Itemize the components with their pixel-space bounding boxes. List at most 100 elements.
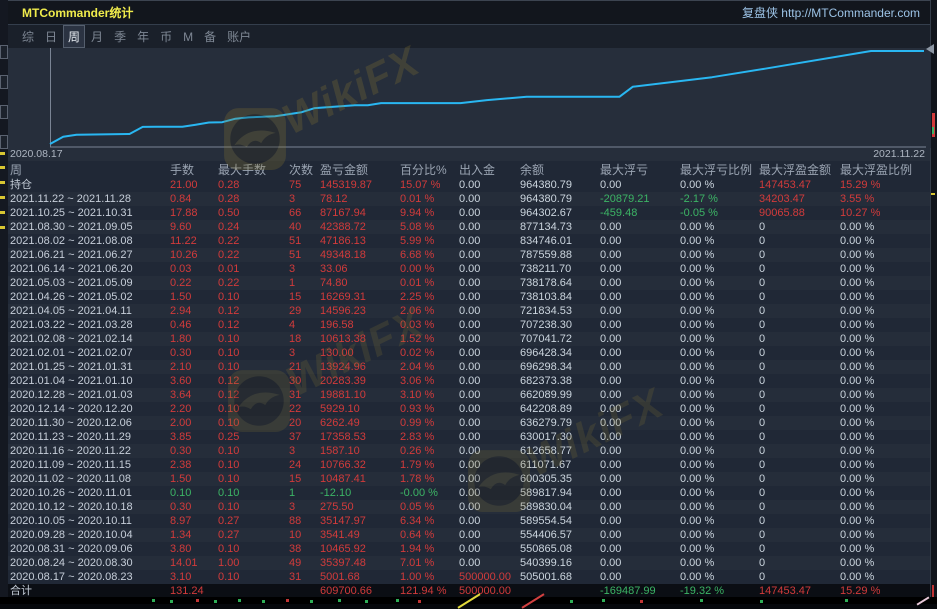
table-total-row: 合计131.24609700.66121.94 %500000.00-16948… [8,584,930,598]
cell: 145319.87 [320,178,400,192]
cell: 0.00 % [680,514,759,528]
menu-item-日[interactable]: 日 [41,26,61,47]
cell: 147453.47 [759,584,840,598]
table-row[interactable]: 2021.11.22 ~ 2021.11.280.840.28378.120.0… [8,192,930,206]
cell: 738103.84 [520,290,600,304]
table-row[interactable]: 2020.10.26 ~ 2020.11.010.100.101-12.10-0… [8,486,930,500]
menu-item-月[interactable]: 月 [87,26,107,47]
table-row[interactable]: 2021.03.22 ~ 2021.03.280.460.124196.580.… [8,318,930,332]
menu-item-季[interactable]: 季 [110,26,130,47]
cell: 787559.88 [520,248,600,262]
cell: -2.17 % [680,192,759,206]
cell: 2021.06.14 ~ 2021.06.20 [10,262,170,276]
brand-link[interactable]: 复盘侠 http://MTCommander.com [742,4,920,21]
cell: 20 [289,416,320,430]
table-row[interactable]: 2020.11.09 ~ 2020.11.152.380.102410766.3… [8,458,930,472]
table-row[interactable]: 2020.11.02 ~ 2020.11.081.500.101510487.4… [8,472,930,486]
cell: 2021.02.08 ~ 2021.02.14 [10,332,170,346]
cell: 35397.48 [320,556,400,570]
cell: 1.00 % [400,570,459,584]
table-row[interactable]: 持仓21.000.2875145319.8715.07 %0.00964380.… [8,178,930,192]
title-bar[interactable]: MTCommander统计 复盘侠 http://MTCommander.com [8,1,930,25]
cell: 0.00 % [840,528,930,542]
cell: 0.22 [218,234,289,248]
cell [289,584,320,598]
cell: 47186.13 [320,234,400,248]
table-row[interactable]: 2020.08.24 ~ 2020.08.3014.011.004935397.… [8,556,930,570]
cell: -20879.21 [600,192,680,206]
menu-item-备[interactable]: 备 [200,26,220,47]
cell: 0.00 % [680,360,759,374]
cell: 10 [289,528,320,542]
table-row[interactable]: 2020.11.16 ~ 2020.11.220.300.1031587.100… [8,444,930,458]
cell: 8.97 [170,514,218,528]
table-row[interactable]: 2021.04.26 ~ 2021.05.021.500.101516269.3… [8,290,930,304]
cell: 7.01 % [400,556,459,570]
cell: 10.27 % [840,206,930,220]
equity-curve-chart [8,48,931,148]
cell: 600305.35 [520,472,600,486]
cell: 9.60 [170,220,218,234]
cell: 0.00 % [840,430,930,444]
table-row[interactable]: 2020.12.14 ~ 2020.12.202.200.10225929.10… [8,402,930,416]
cell: 10613.38 [320,332,400,346]
cell: 78.12 [320,192,400,206]
table-row[interactable]: 2020.09.28 ~ 2020.10.041.340.27103541.49… [8,528,930,542]
table-row[interactable]: 2021.08.02 ~ 2021.08.0811.220.225147186.… [8,234,930,248]
cell: 2020.10.12 ~ 2020.10.18 [10,500,170,514]
menu-item-M[interactable]: M [179,28,197,46]
cell: 1 [289,276,320,290]
cell: 2020.12.28 ~ 2021.01.03 [10,388,170,402]
menu-item-账户[interactable]: 账户 [223,26,255,47]
table-row[interactable]: 2021.02.01 ~ 2021.02.070.300.103130.000.… [8,346,930,360]
table-row[interactable]: 2021.10.25 ~ 2021.10.3117.880.506687167.… [8,206,930,220]
table-row[interactable]: 2021.05.03 ~ 2021.05.090.220.22174.800.0… [8,276,930,290]
table-row[interactable]: 2020.12.28 ~ 2021.01.033.640.123119881.1… [8,388,930,402]
cell: 21 [289,360,320,374]
cell: 5.99 % [400,234,459,248]
menu-item-综[interactable]: 综 [18,26,38,47]
table-row[interactable]: 2020.10.05 ~ 2020.10.118.970.278835147.9… [8,514,930,528]
table-row[interactable]: 2020.08.17 ~ 2020.08.233.100.10315001.68… [8,570,930,584]
cell: 721834.53 [520,304,600,318]
cell: 0.00 [459,472,520,486]
cell: -0.00 % [400,486,459,500]
table-row[interactable]: 2020.11.30 ~ 2020.12.062.000.10206262.49… [8,416,930,430]
table-row[interactable]: 2021.06.14 ~ 2021.06.200.030.01333.060.0… [8,262,930,276]
cell: 31 [289,388,320,402]
cell: 0.00 % [680,472,759,486]
cell: 0.00 % [680,542,759,556]
cell: 0.00 [459,178,520,192]
cell: 0 [759,500,840,514]
table-row[interactable]: 2021.02.08 ~ 2021.02.141.800.101810613.3… [8,332,930,346]
table-row[interactable]: 合计131.24609700.66121.94 %500000.00-16948… [8,584,930,598]
cell: 834746.01 [520,234,600,248]
menu-item-周[interactable]: 周 [64,26,84,47]
cell: 0.01 [218,262,289,276]
table-row[interactable]: 2021.06.21 ~ 2021.06.2710.260.225149348.… [8,248,930,262]
table-row[interactable]: 2021.04.05 ~ 2021.04.112.940.122914596.2… [8,304,930,318]
cell: 2021.10.25 ~ 2021.10.31 [10,206,170,220]
cell: 0.00 % [680,304,759,318]
cell: 2.10 [170,360,218,374]
cell: 1.52 % [400,332,459,346]
cell: 0.00 [600,402,680,416]
cell: 0.00 [600,360,680,374]
table-row[interactable]: 2020.11.23 ~ 2020.11.293.850.253717358.5… [8,430,930,444]
table-row[interactable]: 2020.10.12 ~ 2020.10.180.300.103275.500.… [8,500,930,514]
cell: 0.10 [170,486,218,500]
table-row[interactable]: 2021.08.30 ~ 2021.09.059.600.244042388.7… [8,220,930,234]
menu-item-年[interactable]: 年 [133,26,153,47]
menu-item-币[interactable]: 币 [156,26,176,47]
cell: 0.00 [459,248,520,262]
cell: 5001.68 [320,570,400,584]
table-row[interactable]: 2021.01.04 ~ 2021.01.103.600.123020283.3… [8,374,930,388]
table-row[interactable]: 2020.08.31 ~ 2020.09.063.800.103810465.9… [8,542,930,556]
cell: 0.00 [600,178,680,192]
cell: 0.00 [459,514,520,528]
table-row[interactable]: 2021.01.25 ~ 2021.01.312.100.102113924.9… [8,360,930,374]
cell: 0.10 [218,486,289,500]
cell: 0.10 [218,570,289,584]
cell: 14.01 [170,556,218,570]
cell: 3 [289,500,320,514]
